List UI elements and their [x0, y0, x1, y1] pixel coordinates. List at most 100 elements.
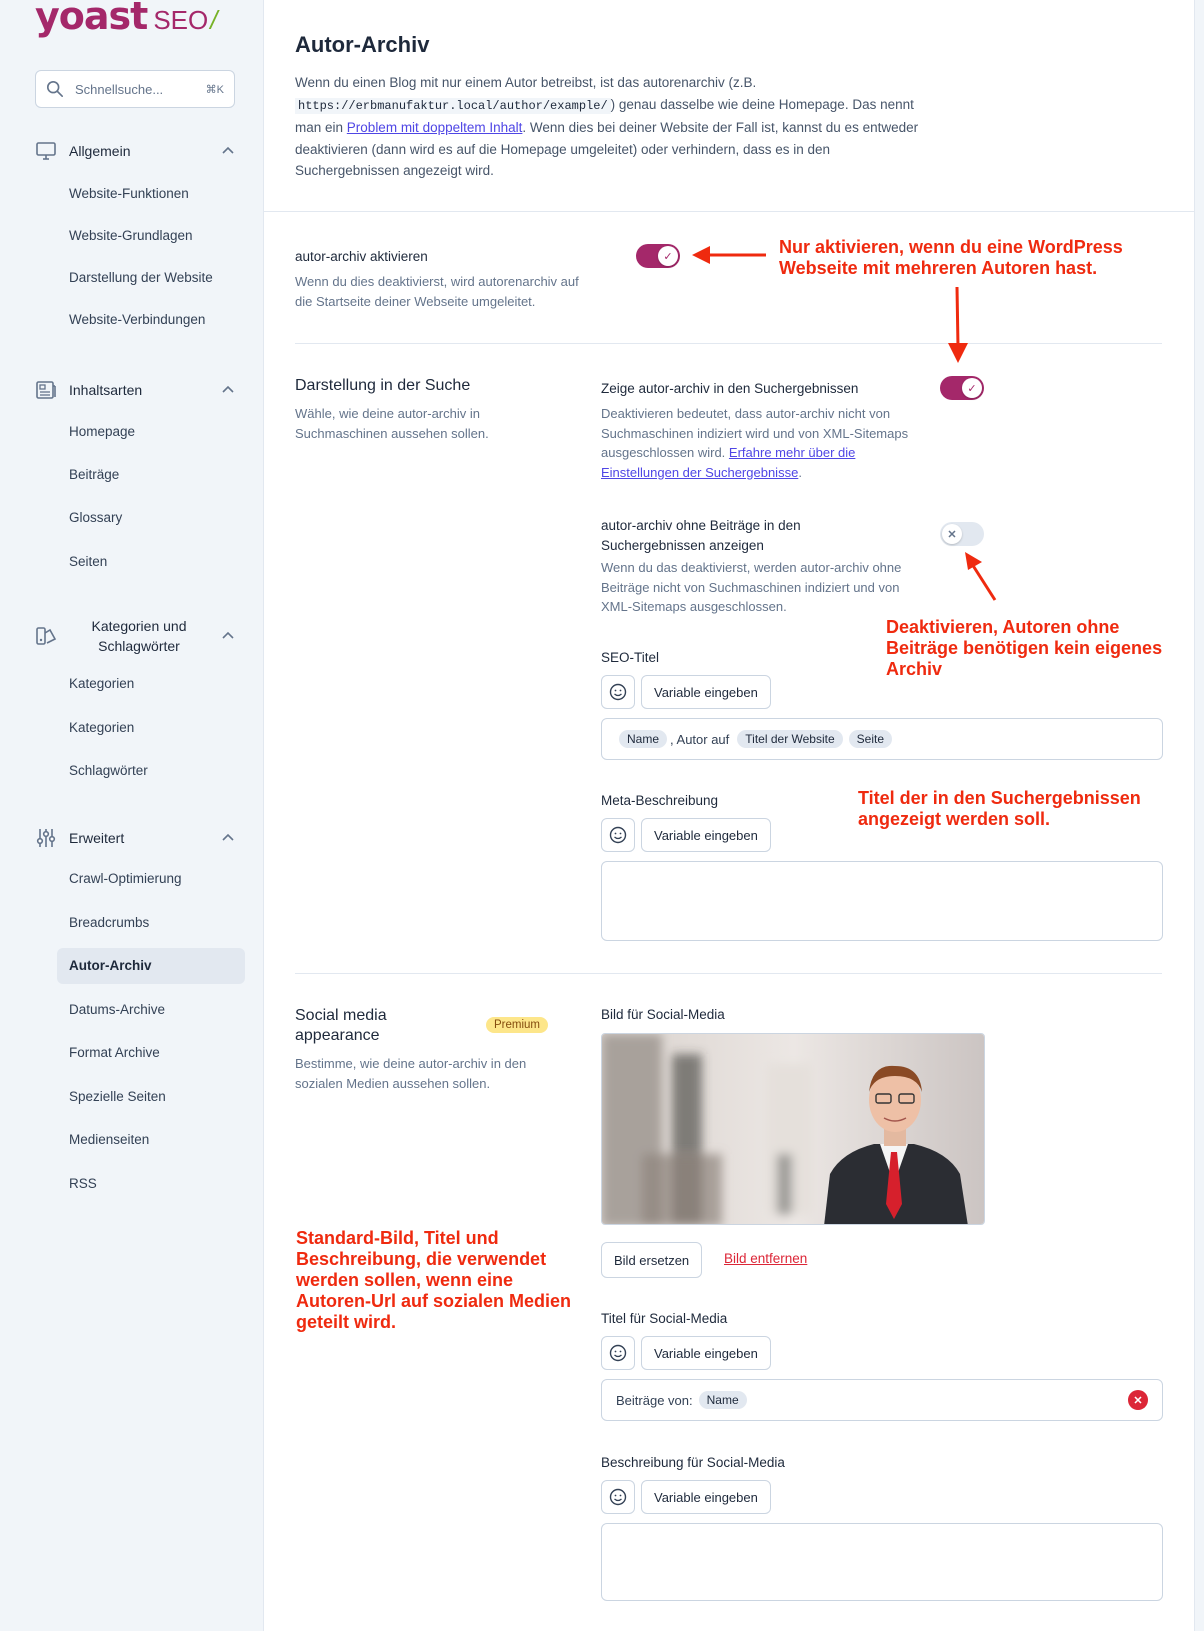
chevron-up-icon: [222, 146, 234, 154]
sidebar-item-autor-archiv[interactable]: Autor-Archiv: [57, 948, 245, 984]
no-posts-desc: Wenn du das deaktivierst, werden autor-a…: [601, 560, 902, 614]
variable-pill: Titel der Website: [737, 730, 843, 748]
emoji-picker-button[interactable]: [601, 1480, 635, 1514]
sidebar-item-crawl[interactable]: Crawl-Optimierung: [57, 861, 245, 897]
sidebar-item-seiten[interactable]: Seiten: [57, 544, 245, 580]
insert-variable-button[interactable]: Variable eingeben: [641, 1336, 771, 1370]
sidebar-item-medienseiten[interactable]: Medienseiten: [57, 1122, 245, 1158]
social-desc-label: Beschreibung für Social-Media: [601, 1455, 785, 1470]
insert-variable-button[interactable]: Variable eingeben: [641, 818, 771, 852]
social-title-field[interactable]: Beiträge von: Name ✕: [601, 1379, 1163, 1421]
activate-toggle[interactable]: ✓: [636, 244, 680, 268]
section-label: Erweitert: [69, 830, 125, 846]
chevron-up-icon: [222, 385, 234, 393]
page-title: Autor-Archiv: [295, 32, 430, 57]
sidebar-item-kategorien[interactable]: Kategorien: [57, 666, 245, 702]
section-label-line1: Kategorien und: [91, 618, 187, 634]
divider: [264, 211, 1194, 212]
arrow-down-icon: [948, 286, 968, 363]
annotation-no-posts: Deaktivieren, Autoren ohne Beiträge benö…: [886, 617, 1163, 679]
section-label: Inhaltsarten: [69, 382, 143, 398]
divider: [295, 343, 1162, 344]
arrow-left-icon: [692, 246, 766, 264]
check-icon: ✓: [658, 246, 678, 266]
premium-badge: Premium: [486, 1017, 549, 1033]
sidebar-item-glossary[interactable]: Glossary: [57, 500, 245, 536]
smiley-icon: [609, 1344, 627, 1362]
sidebar-item-schlagwoerter[interactable]: Schlagwörter: [57, 753, 245, 789]
monitor-icon: [35, 140, 57, 162]
section-erweitert[interactable]: Erweitert: [35, 827, 235, 849]
seo-title-field[interactable]: Name , Autor auf Titel der Website Seite: [601, 718, 1163, 760]
chevron-up-icon: [222, 631, 234, 639]
section-label-line2: Schlagwörter: [98, 638, 180, 654]
social-title-label: Titel für Social-Media: [601, 1311, 728, 1326]
emoji-picker-button[interactable]: [601, 675, 635, 709]
no-posts-label: autor-archiv ohne Beiträge in den Sucher…: [601, 518, 801, 553]
annotation-activate: Nur aktivieren, wenn du eine WordPress W…: [779, 237, 1123, 278]
search-appearance-title: Darstellung in der Suche: [295, 377, 471, 394]
no-posts-toggle[interactable]: ✕: [940, 522, 984, 546]
smiley-icon: [609, 1488, 627, 1506]
meta-description-field[interactable]: [601, 861, 1163, 941]
sidebar-item-website-funktionen[interactable]: Website-Funktionen: [57, 176, 245, 212]
example-url: https://erbmanufaktur.local/author/examp…: [295, 97, 611, 114]
seo-title-label: SEO-Titel: [601, 650, 660, 665]
sidebar-item-darstellung[interactable]: Darstellung der Website: [57, 260, 245, 296]
logo-slash: /: [210, 5, 218, 35]
clear-icon[interactable]: ✕: [1128, 1390, 1148, 1410]
search-appearance-desc: Wähle, wie deine autor-archiv in Suchmas…: [295, 406, 489, 441]
social-title: Social media appearance: [295, 1007, 387, 1044]
insert-variable-button[interactable]: Variable eingeben: [641, 675, 771, 709]
variable-pill: Name: [619, 730, 668, 748]
seo-title-text: , Autor auf: [670, 731, 730, 747]
logo-product: SEO: [153, 5, 209, 35]
annotation-seo-title: Titel der in den Suchergebnissen angezei…: [858, 788, 1141, 829]
section-label: Kategorien und Schlagwörter: [69, 616, 209, 656]
check-icon: ✓: [962, 378, 982, 398]
sidebar: yoast SEO / ⌘K Allgemein Website-Funktio…: [0, 0, 262, 1631]
show-in-search-label: Zeige autor-archiv in den Suchergebnisse…: [601, 381, 859, 396]
variable-pill: Name: [698, 1391, 747, 1409]
quick-search[interactable]: ⌘K: [35, 70, 235, 108]
sidebar-item-website-verbindungen[interactable]: Website-Verbindungen: [57, 302, 245, 338]
divider: [295, 973, 1162, 974]
social-image-label: Bild für Social-Media: [601, 1007, 725, 1022]
social-image-preview: [601, 1033, 985, 1225]
section-inhaltsarten[interactable]: Inhaltsarten: [35, 379, 235, 401]
sidebar-item-homepage[interactable]: Homepage: [57, 414, 245, 450]
sidebar-item-format-archive[interactable]: Format Archive: [57, 1035, 245, 1071]
sliders-icon: [35, 827, 57, 849]
sidebar-item-kategorien-2[interactable]: Kategorien: [57, 710, 245, 746]
social-title-text: Beiträge von:: [616, 1392, 693, 1408]
meta-description-label: Meta-Beschreibung: [601, 793, 719, 808]
sidebar-item-datums-archive[interactable]: Datums-Archive: [57, 992, 245, 1028]
sidebar-item-rss[interactable]: RSS: [57, 1166, 245, 1202]
section-kategorien-schlagwoerter[interactable]: Kategorien und Schlagwörter: [35, 616, 235, 656]
search-input[interactable]: [75, 81, 195, 97]
sidebar-item-breadcrumbs[interactable]: Breadcrumbs: [57, 905, 245, 941]
sidebar-item-beitraege[interactable]: Beiträge: [57, 457, 245, 493]
yoast-logo[interactable]: yoast SEO /: [35, 0, 217, 42]
section-allgemein[interactable]: Allgemein: [35, 140, 235, 162]
emoji-picker-button[interactable]: [601, 1336, 635, 1370]
tag-shapes-icon: [35, 625, 57, 647]
duplicate-content-link[interactable]: Problem mit doppeltem Inhalt: [347, 120, 523, 135]
activate-label: autor-archiv aktivieren: [295, 249, 428, 264]
replace-image-button[interactable]: Bild ersetzen: [601, 1242, 703, 1278]
section-label: Allgemein: [69, 143, 131, 159]
smiley-icon: [609, 826, 627, 844]
sidebar-item-spezielle-seiten[interactable]: Spezielle Seiten: [57, 1079, 245, 1115]
emoji-picker-button[interactable]: [601, 818, 635, 852]
sidebar-item-website-grundlagen[interactable]: Website-Grundlagen: [57, 218, 245, 254]
show-in-search-desc: Deaktivieren bedeutet, dass autor-archiv…: [601, 406, 909, 480]
activate-desc: Wenn du dies deaktivierst, wird autorena…: [295, 274, 579, 309]
search-icon: [46, 80, 64, 98]
annotation-social: Standard-Bild, Titel und Beschreibung, d…: [296, 1228, 572, 1332]
social-description-field[interactable]: [601, 1523, 1163, 1601]
newspaper-icon: [35, 379, 57, 401]
variable-pill: Seite: [848, 730, 893, 748]
show-in-search-toggle[interactable]: ✓: [940, 376, 984, 400]
insert-variable-button[interactable]: Variable eingeben: [641, 1480, 771, 1514]
remove-image-link[interactable]: Bild entfernen: [724, 1251, 807, 1266]
